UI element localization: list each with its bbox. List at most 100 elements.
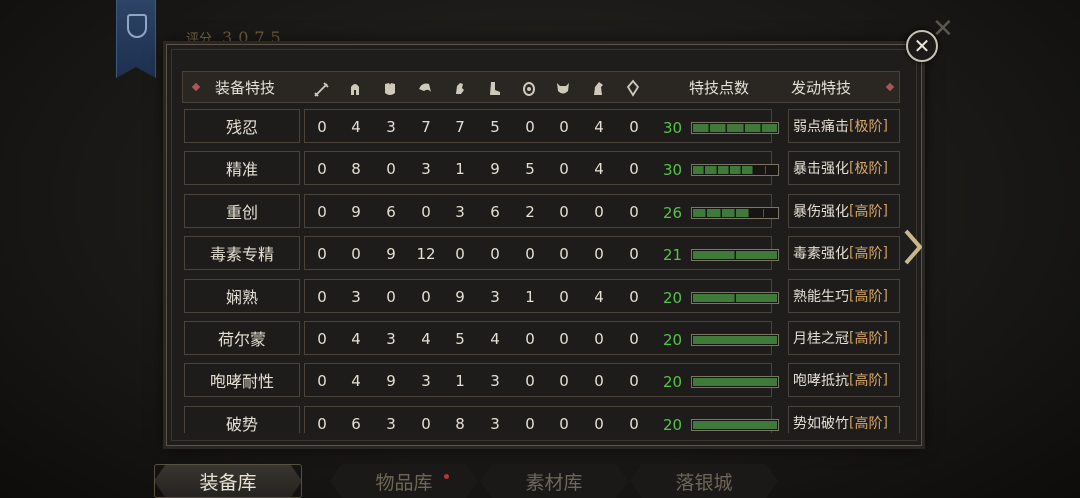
- row-slot-values: 0 4 3 4 5 4 0 0 0 0 20: [304, 321, 779, 355]
- skill-points-value: 20: [663, 415, 683, 433]
- row-slot-values: 0 9 6 0 3 6 2 0 0 0 26: [304, 193, 779, 228]
- table-row[interactable]: 残忍 0 4 3 7 7 5 0 0 4 0 30 弱点痛击[极阶]: [184, 109, 900, 143]
- table-row[interactable]: 荷尔蒙 0 4 3 4 5 4 0 0 0 0 20 月桂之冠[高阶]: [184, 321, 900, 355]
- sword-icon: [311, 78, 331, 98]
- row-active-skill[interactable]: 月桂之冠[高阶]: [788, 321, 900, 355]
- slot-value: 0: [525, 245, 535, 264]
- slot-value: 6: [386, 202, 396, 221]
- bar-segment: [693, 124, 710, 132]
- slot-value: 4: [490, 330, 500, 348]
- active-skill-name: 熟能生巧: [793, 288, 849, 305]
- bar-segment: [736, 293, 777, 302]
- slot-value: 3: [455, 202, 465, 221]
- skill-points-bar: [691, 334, 779, 346]
- tier-bracket: ]: [882, 160, 888, 177]
- tier-bracket: ]: [882, 245, 888, 262]
- slot-value: 2: [525, 202, 535, 221]
- active-skill-name: 弱点痛击: [793, 119, 849, 135]
- bar-segment: [705, 166, 717, 175]
- bar-segment: [693, 420, 777, 429]
- row-skill-name: 破势: [184, 405, 300, 433]
- skill-tier: 高阶: [854, 415, 883, 432]
- row-skill-name: 残忍: [184, 109, 300, 143]
- notification-dot-icon: [444, 474, 449, 479]
- header-skill-points: 特技点数: [689, 78, 750, 97]
- header-equip-skill: 装备特技: [215, 78, 276, 97]
- row-active-skill[interactable]: 毒素强化[高阶]: [788, 236, 900, 271]
- table-row[interactable]: 咆哮耐性 0 4 9 3 1 3 0 0 0 0 20 咆哮抵抗[高阶]: [184, 363, 900, 398]
- header-active-skill: 发动特技: [791, 78, 852, 97]
- bar-segment: [727, 124, 744, 132]
- tier-bracket: ]: [882, 414, 888, 431]
- row-skill-name: 咆哮耐性: [184, 363, 300, 398]
- bar-segment: [764, 208, 777, 217]
- slot-value: 0: [317, 330, 327, 348]
- tab-items[interactable]: 物品库: [330, 464, 478, 498]
- table-header: 装备特技 特技点数 发动特技: [182, 71, 900, 103]
- skill-points-value: 30: [663, 119, 683, 137]
- slot-value: 4: [351, 118, 361, 136]
- slot-value: 3: [351, 287, 361, 306]
- bar-segment: [729, 166, 742, 175]
- skill-points-value: 26: [663, 203, 683, 222]
- slot-value: 3: [490, 287, 500, 306]
- next-page-button[interactable]: [902, 228, 924, 266]
- bar-segment: [693, 166, 705, 175]
- slot-value: 0: [317, 287, 327, 306]
- table-row[interactable]: 精准 0 8 0 3 1 9 5 0 4 0 30 暴击强化[极阶]: [184, 151, 900, 186]
- skill-points-bar: [691, 249, 779, 262]
- gauntlet-icon: [449, 78, 469, 98]
- slot-value: 0: [386, 287, 396, 306]
- table-row[interactable]: 破势 0 6 3 0 8 3 0 0 0 0 20 势如破竹[高阶]: [184, 405, 900, 433]
- slot-value: 0: [629, 245, 639, 264]
- skill-tier: 极阶: [854, 161, 883, 178]
- active-skill-name: 暴伤强化: [793, 203, 849, 220]
- bar-segment: [693, 208, 707, 217]
- slot-value: 0: [629, 160, 639, 179]
- boots-icon: [484, 78, 504, 98]
- row-slot-values: 0 0 9 12 0 0 0 0 0 0 21: [304, 236, 779, 271]
- slot-value: 0: [594, 372, 604, 391]
- tab-materials[interactable]: 素材库: [480, 464, 628, 498]
- row-active-skill[interactable]: 熟能生巧[高阶]: [788, 278, 900, 313]
- skill-points-value: 30: [663, 161, 683, 180]
- header-left-ornament-icon: [191, 82, 201, 92]
- row-active-skill[interactable]: 暴击强化[极阶]: [788, 151, 900, 186]
- slot-value: 0: [525, 330, 535, 348]
- slot-value: 0: [594, 414, 604, 433]
- tab-city[interactable]: 落银城: [630, 464, 778, 498]
- table-row[interactable]: 毒素专精 0 0 9 12 0 0 0 0 0 0 21 毒素强化[高阶]: [184, 236, 900, 271]
- close-button[interactable]: ✕: [906, 30, 938, 62]
- slot-value: 0: [490, 245, 500, 264]
- slot-value: 9: [386, 245, 396, 264]
- slot-value: 0: [594, 245, 604, 264]
- row-slot-values: 0 8 0 3 1 9 5 0 4 0 30: [304, 151, 779, 186]
- bar-segment: [693, 251, 735, 260]
- slot-value: 4: [351, 330, 361, 348]
- row-active-skill[interactable]: 势如破竹[高阶]: [788, 405, 900, 433]
- slot-value: 0: [629, 414, 639, 433]
- skill-tier: 高阶: [854, 288, 883, 305]
- slot-value: 7: [421, 118, 431, 136]
- slot-value: 8: [351, 160, 361, 179]
- row-skill-name: 重创: [184, 193, 300, 228]
- slot-value: 3: [386, 414, 396, 433]
- skill-points-bar: [691, 122, 779, 134]
- row-active-skill[interactable]: 弱点痛击[极阶]: [788, 109, 900, 143]
- row-slot-values: 0 4 3 7 7 5 0 0 4 0 30: [304, 109, 779, 143]
- skill-table: 残忍 0 4 3 7 7 5 0 0 4 0 30 弱点痛击[极阶] 精准 0 8 0 3 1 9 5 0 4 0 30 暴击强化…: [184, 109, 900, 433]
- slot-value: 4: [594, 160, 604, 179]
- amulet-icon: [519, 78, 539, 98]
- tab-equipment[interactable]: 装备库: [154, 464, 302, 498]
- row-active-skill[interactable]: 咆哮抵抗[高阶]: [788, 363, 900, 398]
- slot-value: 0: [317, 118, 327, 136]
- table-row[interactable]: 重创 0 9 6 0 3 6 2 0 0 0 26 暴伤强化[高阶]: [184, 193, 900, 228]
- shield-emblem-icon: [127, 14, 147, 38]
- table-row[interactable]: 娴熟 0 3 0 0 9 3 1 0 4 0 20 熟能生巧[高阶]: [184, 278, 900, 313]
- row-active-skill[interactable]: 暴伤强化[高阶]: [788, 193, 900, 228]
- slot-value: 3: [386, 118, 396, 136]
- bar-segment: [710, 124, 727, 132]
- header-right-ornament-icon: [885, 82, 895, 92]
- skill-tier: 高阶: [854, 373, 883, 390]
- row-skill-name: 精准: [184, 151, 300, 186]
